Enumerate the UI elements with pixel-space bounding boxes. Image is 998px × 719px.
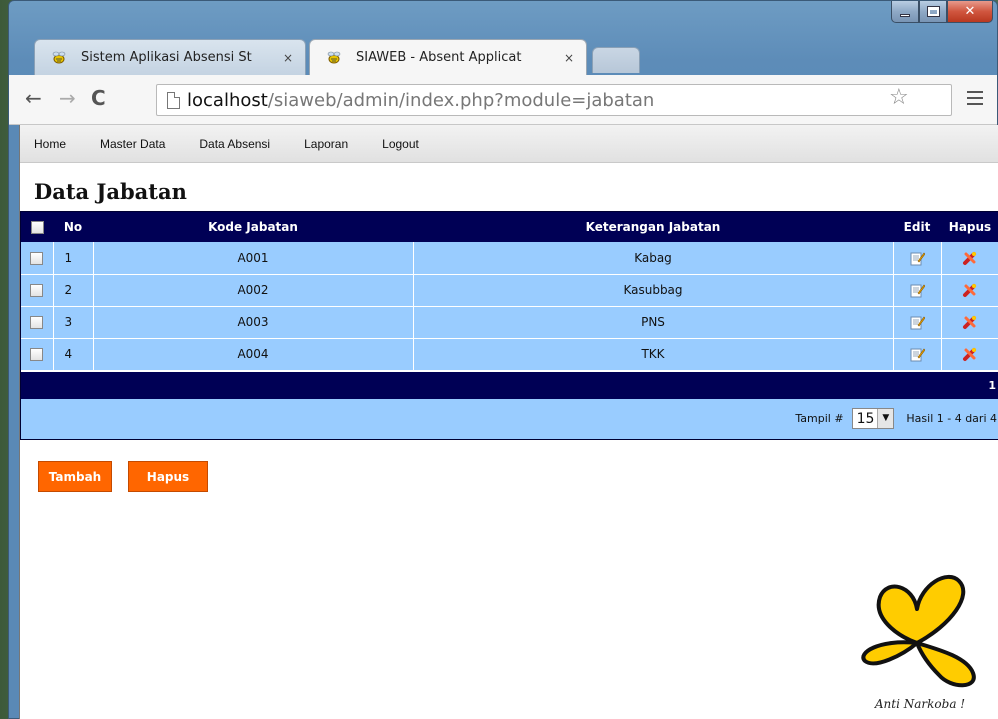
- new-tab-button[interactable]: [592, 47, 640, 73]
- cell-edit: [893, 274, 942, 307]
- row-select-cell: [21, 242, 54, 275]
- row-select-cell: [21, 306, 54, 339]
- address-bar[interactable]: localhost/siaweb/admin/index.php?module=…: [156, 84, 952, 116]
- reload-icon[interactable]: C: [91, 87, 106, 109]
- tab-title: Sistem Aplikasi Absensi St: [81, 50, 252, 65]
- row-checkbox[interactable]: [30, 284, 44, 297]
- row-checkbox[interactable]: [30, 316, 44, 329]
- jabatan-table: No Kode Jabatan Keterangan Jabatan Edit …: [20, 211, 998, 440]
- select-all-checkbox[interactable]: [30, 221, 44, 234]
- chevron-down-icon: ▼: [877, 409, 894, 428]
- cell-hapus: [941, 274, 998, 307]
- maximize-button[interactable]: [919, 1, 947, 23]
- url-path: /siaweb/admin/index.php?module=jabatan: [267, 89, 655, 111]
- cell-edit: [893, 338, 942, 371]
- column-header-keterangan: Keterangan Jabatan: [585, 220, 721, 234]
- cell-edit: [893, 306, 942, 339]
- cell-kode: A002: [93, 274, 414, 307]
- edit-icon[interactable]: [909, 346, 925, 362]
- browser-window: ✕ Sistem Aplikasi Absensi St × SIAWEB - …: [8, 0, 998, 719]
- menu-item-home[interactable]: Home: [34, 137, 66, 151]
- row-checkbox[interactable]: [30, 251, 44, 265]
- bee-favicon-icon: [327, 51, 341, 64]
- column-header-no: No: [63, 220, 83, 234]
- close-window-button[interactable]: ✕: [947, 1, 993, 23]
- tab-close-icon[interactable]: ×: [562, 51, 576, 65]
- anti-narkoba-logo: [861, 574, 976, 688]
- tab-sistem-aplikasi[interactable]: Sistem Aplikasi Absensi St ×: [34, 39, 306, 75]
- rows-per-page-select[interactable]: 15 ▼: [851, 408, 895, 429]
- minimize-button[interactable]: [891, 1, 919, 23]
- tab-title: SIAWEB - Absent Applicat: [356, 50, 522, 65]
- logo-caption: Anti Narkoba !: [874, 697, 966, 711]
- delete-icon[interactable]: [962, 250, 978, 266]
- table-row: 2 A002 Kasubbag: [21, 274, 998, 307]
- window-controls: ✕: [891, 1, 993, 23]
- page-title: Data Jabatan: [34, 179, 187, 204]
- cell-keterangan: Kasubbag: [413, 274, 894, 307]
- forward-arrow-icon[interactable]: →: [59, 87, 76, 109]
- menu-item-logout[interactable]: Logout: [382, 137, 419, 151]
- maximize-icon: [926, 6, 940, 17]
- tambah-button[interactable]: Tambah: [38, 461, 112, 492]
- bee-favicon-icon: [52, 51, 66, 64]
- table-row: 1 A001 Kabag: [21, 242, 998, 275]
- minimize-icon: [900, 14, 910, 17]
- cell-no: 3: [53, 306, 94, 339]
- edit-icon[interactable]: [909, 282, 925, 298]
- row-checkbox[interactable]: [30, 348, 44, 361]
- edit-icon[interactable]: [909, 250, 925, 266]
- rows-per-page-value: 15: [856, 410, 875, 427]
- cell-no: 4: [53, 338, 94, 371]
- cell-keterangan: PNS: [413, 306, 894, 339]
- row-select-cell: [21, 274, 54, 307]
- cell-no: 2: [53, 274, 94, 307]
- table-header-row: No Kode Jabatan Keterangan Jabatan Edit …: [21, 212, 998, 242]
- table-row: 3 A003 PNS: [21, 306, 998, 339]
- cell-kode: A001: [93, 242, 414, 275]
- cell-keterangan: TKK: [413, 338, 894, 371]
- url-host: localhost: [187, 89, 268, 111]
- page-link[interactable]: 1: [988, 379, 996, 392]
- column-header-hapus: Hapus: [948, 220, 992, 234]
- cell-no: 1: [53, 242, 94, 275]
- bookmark-star-icon[interactable]: ☆: [889, 85, 909, 110]
- hapus-button[interactable]: Hapus: [128, 461, 208, 492]
- column-header-kode: Kode Jabatan: [208, 220, 298, 234]
- chrome-menu-icon[interactable]: [967, 91, 983, 109]
- close-icon: ✕: [964, 4, 976, 19]
- menu-item-master-data[interactable]: Master Data: [100, 137, 165, 151]
- edit-icon[interactable]: [909, 314, 925, 330]
- main-menu: Home Master Data Data Absensi Laporan Lo…: [20, 125, 998, 163]
- page-icon: [167, 92, 180, 109]
- row-select-cell: [21, 338, 54, 371]
- result-count: Hasil 1 - 4 dari 4: [906, 412, 997, 425]
- tampil-label: Tampil #: [795, 412, 844, 425]
- browser-toolbar: ← → C localhost/siaweb/admin/index.php?m…: [9, 75, 997, 125]
- delete-icon[interactable]: [962, 282, 978, 298]
- cell-hapus: [941, 306, 998, 339]
- tab-strip: Sistem Aplikasi Absensi St × SIAWEB - Ab…: [9, 39, 997, 75]
- web-page: Home Master Data Data Absensi Laporan Lo…: [19, 125, 998, 719]
- cell-hapus: [941, 242, 998, 275]
- column-header-edit: Edit: [903, 220, 931, 234]
- cell-keterangan: Kabag: [413, 242, 894, 275]
- menu-item-laporan[interactable]: Laporan: [304, 137, 348, 151]
- select-all-cell: [21, 212, 53, 242]
- table-footer: Tampil # 15 ▼ Hasil 1 - 4 dari 4: [21, 398, 998, 439]
- delete-icon[interactable]: [962, 314, 978, 330]
- cell-kode: A003: [93, 306, 414, 339]
- cell-hapus: [941, 338, 998, 371]
- pagination-bar: 1: [21, 370, 998, 399]
- back-arrow-icon[interactable]: ←: [25, 87, 42, 109]
- delete-icon[interactable]: [962, 346, 978, 362]
- menu-item-data-absensi[interactable]: Data Absensi: [199, 137, 270, 151]
- table-row: 4 A004 TKK: [21, 338, 998, 371]
- cell-edit: [893, 242, 942, 275]
- cell-kode: A004: [93, 338, 414, 371]
- tab-close-icon[interactable]: ×: [281, 51, 295, 65]
- tab-siaweb[interactable]: SIAWEB - Absent Applicat ×: [309, 39, 587, 75]
